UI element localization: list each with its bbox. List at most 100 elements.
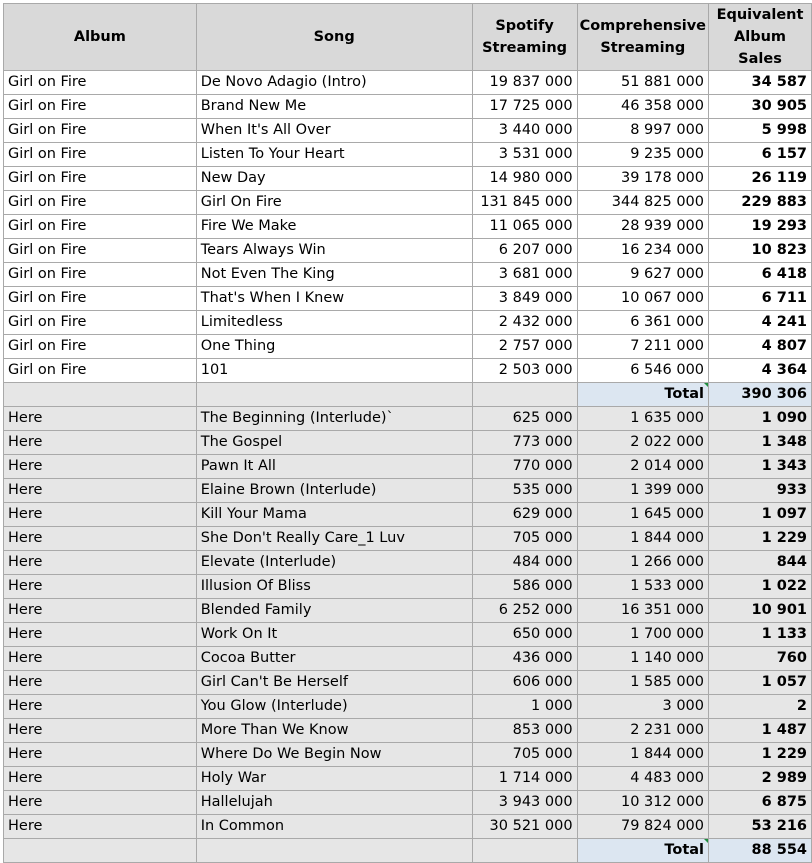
song-cell: Fire We Make: [195, 214, 473, 239]
equivalent-album-sales-cell: 1 229: [708, 526, 812, 551]
spotify-streaming-cell: 17 725 000: [471, 94, 578, 119]
equivalent-album-sales-cell: 19 293: [708, 214, 812, 239]
table-row: Here Girl Can't Be Herself 606 000 1 585 00…: [3, 670, 812, 695]
song-cell: In Common: [195, 814, 473, 839]
spotify-streaming-cell: 30 521 000: [471, 814, 578, 839]
comprehensive-streaming-cell: 1 635 000: [576, 406, 710, 431]
comprehensive-streaming-cell: 4 483 000: [576, 766, 710, 791]
song-cell: Listen To Your Heart: [195, 142, 473, 167]
album-cell: Here: [3, 718, 197, 743]
table-row: Girl on Fire Tears Always Win 6 207 000 16 …: [3, 238, 812, 263]
album-cell: Girl on Fire: [3, 70, 197, 95]
table-row: Here Blended Family 6 252 000 16 351 000 10 …: [3, 598, 812, 623]
spotify-streaming-cell: 3 681 000: [471, 262, 578, 287]
song-cell: More Than We Know: [195, 718, 473, 743]
header-album: Album: [3, 3, 197, 71]
equivalent-album-sales-cell: 844: [708, 550, 812, 575]
equivalent-album-sales-cell: 34 587: [708, 70, 812, 95]
equivalent-album-sales-cell: 1 229: [708, 742, 812, 767]
table-row: Here Pawn It All 770 000 2 014 000 1 343: [3, 454, 812, 479]
spotify-streaming-cell: 14 980 000: [471, 166, 578, 191]
formula-error-indicator-icon: [703, 383, 708, 388]
comprehensive-streaming-cell: 1 140 000: [576, 646, 710, 671]
comprehensive-streaming-cell: 16 234 000: [576, 238, 710, 263]
table-row: Girl on Fire 101 2 503 000 6 546 000 4 364: [3, 358, 812, 383]
comprehensive-streaming-cell: 1 266 000: [576, 550, 710, 575]
empty-cell: [3, 838, 197, 863]
equivalent-album-sales-cell: 10 823: [708, 238, 812, 263]
song-cell: Cocoa Butter: [195, 646, 473, 671]
total-row: Total 88 554: [3, 838, 812, 863]
equivalent-album-sales-cell: 2 989: [708, 766, 812, 791]
equivalent-album-sales-cell: 4 807: [708, 334, 812, 359]
spotify-streaming-cell: 2 503 000: [471, 358, 578, 383]
album-cell: Here: [3, 694, 197, 719]
comprehensive-streaming-cell: 28 939 000: [576, 214, 710, 239]
song-cell: Work On It: [195, 622, 473, 647]
total-label: Total: [576, 838, 710, 863]
album-cell: Here: [3, 574, 197, 599]
table-row: Here Work On It 650 000 1 700 000 1 133: [3, 622, 812, 647]
comprehensive-streaming-cell: 6 361 000: [576, 310, 710, 335]
album-cell: Girl on Fire: [3, 118, 197, 143]
spotify-streaming-cell: 1 714 000: [471, 766, 578, 791]
album-cell: Here: [3, 478, 197, 503]
song-cell: Illusion Of Bliss: [195, 574, 473, 599]
song-cell: Kill Your Mama: [195, 502, 473, 527]
table-row: Here The Gospel 773 000 2 022 000 1 348: [3, 430, 812, 455]
comprehensive-streaming-cell: 9 235 000: [576, 142, 710, 167]
table-row: Here She Don't Really Care_1 Luv 705 000 1 …: [3, 526, 812, 551]
album-cell: Girl on Fire: [3, 334, 197, 359]
equivalent-album-sales-cell: 30 905: [708, 94, 812, 119]
album-cell: Here: [3, 598, 197, 623]
comprehensive-streaming-cell: 9 627 000: [576, 262, 710, 287]
song-cell: Elaine Brown (Interlude): [195, 478, 473, 503]
spotify-streaming-cell: 11 065 000: [471, 214, 578, 239]
album-cell: Here: [3, 766, 197, 791]
album-cell: Here: [3, 406, 197, 431]
table-row: Girl on Fire New Day 14 980 000 39 178 000 2…: [3, 166, 812, 191]
equivalent-album-sales-cell: 1 343: [708, 454, 812, 479]
spotify-streaming-cell: 853 000: [471, 718, 578, 743]
song-cell: Where Do We Begin Now: [195, 742, 473, 767]
album-cell: Girl on Fire: [3, 94, 197, 119]
header-row: Album Song Spotify Streaming Comprehensiv…: [3, 3, 812, 71]
comprehensive-streaming-cell: 2 231 000: [576, 718, 710, 743]
streaming-table: Album Song Spotify Streaming Comprehensiv…: [3, 3, 812, 863]
equivalent-album-sales-cell: 10 901: [708, 598, 812, 623]
header-equivalent-album-sales: Equivalent Album Sales: [708, 3, 812, 71]
comprehensive-streaming-cell: 10 312 000: [576, 790, 710, 815]
comprehensive-streaming-cell: 16 351 000: [576, 598, 710, 623]
header-comprehensive-streaming: Comprehensive Streaming: [576, 3, 710, 71]
spotify-streaming-cell: 2 432 000: [471, 310, 578, 335]
spotify-streaming-cell: 770 000: [471, 454, 578, 479]
comprehensive-streaming-cell: 51 881 000: [576, 70, 710, 95]
table-row: Here Holy War 1 714 000 4 483 000 2 989: [3, 766, 812, 791]
table-row: Here You Glow (Interlude) 1 000 3 000 2: [3, 694, 812, 719]
spotify-streaming-cell: 3 440 000: [471, 118, 578, 143]
equivalent-album-sales-cell: 5 998: [708, 118, 812, 143]
comprehensive-streaming-cell: 1 844 000: [576, 526, 710, 551]
spotify-streaming-cell: 6 207 000: [471, 238, 578, 263]
album-cell: Girl on Fire: [3, 142, 197, 167]
equivalent-album-sales-cell: 760: [708, 646, 812, 671]
album-cell: Girl on Fire: [3, 238, 197, 263]
table-row: Girl on Fire Fire We Make 11 065 000 28 939…: [3, 214, 812, 239]
song-cell: Blended Family: [195, 598, 473, 623]
comprehensive-streaming-cell: 1 585 000: [576, 670, 710, 695]
table-row: Girl on Fire Brand New Me 17 725 000 46 358…: [3, 94, 812, 119]
album-cell: Here: [3, 430, 197, 455]
spotify-streaming-cell: 2 757 000: [471, 334, 578, 359]
spotify-streaming-cell: 705 000: [471, 742, 578, 767]
formula-error-indicator-icon: [703, 839, 708, 844]
equivalent-album-sales-cell: 1 487: [708, 718, 812, 743]
comprehensive-streaming-cell: 6 546 000: [576, 358, 710, 383]
spotify-streaming-cell: 705 000: [471, 526, 578, 551]
total-label-text: Total: [664, 386, 705, 402]
album-cell: Here: [3, 814, 197, 839]
equivalent-album-sales-cell: 2: [708, 694, 812, 719]
comprehensive-streaming-cell: 7 211 000: [576, 334, 710, 359]
spotify-streaming-cell: 484 000: [471, 550, 578, 575]
equivalent-album-sales-cell: 6 875: [708, 790, 812, 815]
total-row: Total 390 306: [3, 382, 812, 407]
